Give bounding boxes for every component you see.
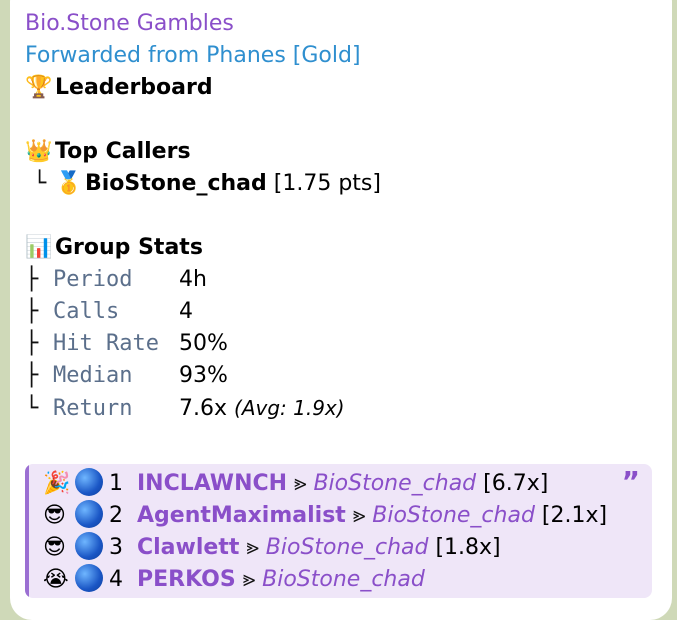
call-list: 🎉 1 INCLAWNCH ⪢ BioStone_chad [6.7x] 😎 2 A… bbox=[43, 468, 607, 596]
top-caller-entry: └ 🥇 BioStone_chad [1.75 pts] bbox=[25, 168, 677, 200]
group-stats-title: Group Stats bbox=[55, 235, 203, 260]
forwarded-from-link[interactable]: Forwarded from Phanes [Gold] bbox=[25, 40, 677, 72]
stat-label: Median bbox=[53, 363, 133, 388]
call-rank: 3 bbox=[109, 535, 123, 560]
stat-value: 7.6x bbox=[179, 396, 228, 421]
caller-link[interactable]: BioStone_chad bbox=[372, 503, 535, 528]
call-multiplier: [2.1x] bbox=[541, 503, 608, 528]
blue-circle-icon bbox=[75, 468, 103, 496]
call-row: 😎 2 AgentMaximalist ⪢ BioStone_chad [2.1x… bbox=[43, 500, 607, 532]
caller-name: BioStone_chad bbox=[85, 171, 267, 196]
message-content: Bio.Stone Gambles Forwarded from Phanes … bbox=[25, 8, 677, 424]
sunglasses-face-icon: 😎 bbox=[43, 503, 66, 528]
arrow-icon: ⪢ bbox=[352, 503, 366, 528]
token-link[interactable]: INCLAWNCH bbox=[137, 471, 287, 496]
sender-name[interactable]: Bio.Stone Gambles bbox=[25, 8, 677, 40]
arrow-icon: ⪢ bbox=[246, 535, 259, 560]
group-stats-heading: 📊 Group Stats bbox=[25, 232, 677, 264]
leaderboard-title: Leaderboard bbox=[55, 75, 213, 100]
stat-label: Calls bbox=[53, 299, 120, 324]
tree-branch: ├ bbox=[25, 267, 39, 292]
stat-row-calls: ├ Calls 4 bbox=[25, 296, 677, 328]
call-rank: 4 bbox=[109, 567, 123, 592]
stat-row-return: └ Return 7.6x (Avg: 1.9x) bbox=[25, 392, 677, 424]
crown-icon: 👑 bbox=[25, 139, 53, 164]
trophy-icon: 🏆 bbox=[25, 75, 53, 100]
caller-link[interactable]: BioStone_chad bbox=[266, 535, 429, 560]
arrow-icon: ⪢ bbox=[294, 471, 307, 496]
quote-block[interactable]: ” 🎉 1 INCLAWNCH ⪢ BioStone_chad [6.7x] 😎 2… bbox=[25, 464, 652, 598]
arrow-icon: ⪢ bbox=[242, 567, 256, 592]
call-rank: 1 bbox=[109, 471, 123, 496]
sunglasses-face-icon: 😎 bbox=[43, 535, 66, 560]
stat-label: Period bbox=[53, 267, 133, 292]
stat-label: Return bbox=[53, 396, 133, 421]
bar-chart-icon: 📊 bbox=[25, 235, 53, 260]
call-rank: 2 bbox=[109, 503, 123, 528]
stat-row-period: ├ Period 4h bbox=[25, 264, 677, 296]
blue-circle-icon bbox=[75, 564, 103, 592]
stat-value: 50% bbox=[179, 331, 228, 356]
token-link[interactable]: PERKOS bbox=[137, 567, 236, 592]
tree-branch: ├ bbox=[25, 363, 39, 388]
call-multiplier: [1.8x] bbox=[435, 535, 501, 560]
party-popper-icon: 🎉 bbox=[43, 471, 71, 496]
call-row: 😎 3 Clawlett ⪢ BioStone_chad [1.8x] bbox=[43, 532, 607, 564]
caller-link[interactable]: BioStone_chad bbox=[262, 567, 425, 592]
call-multiplier: [6.7x] bbox=[483, 471, 549, 496]
stat-label: Hit Rate bbox=[53, 331, 159, 356]
tree-branch: ├ bbox=[25, 331, 39, 356]
top-callers-title: Top Callers bbox=[55, 139, 191, 164]
gold-medal-icon: 🥇 bbox=[55, 171, 83, 196]
blue-circle-icon bbox=[75, 500, 103, 528]
stat-value: 4 bbox=[179, 299, 193, 324]
quote-icon: ” bbox=[621, 465, 640, 498]
call-row: 🎉 1 INCLAWNCH ⪢ BioStone_chad [6.7x] bbox=[43, 468, 607, 500]
token-link[interactable]: AgentMaximalist bbox=[137, 503, 346, 528]
blue-circle-icon bbox=[75, 532, 103, 560]
caller-link[interactable]: BioStone_chad bbox=[313, 471, 476, 496]
crying-face-icon: 😭 bbox=[43, 567, 69, 592]
token-link[interactable]: Clawlett bbox=[137, 535, 239, 560]
stat-value: 93% bbox=[179, 363, 228, 388]
call-row: 😭 4 PERKOS ⪢ BioStone_chad bbox=[43, 564, 607, 596]
top-callers-heading: 👑 Top Callers bbox=[25, 136, 677, 168]
leaderboard-heading: 🏆 Leaderboard bbox=[25, 72, 677, 104]
stat-value: 4h bbox=[179, 267, 207, 292]
tree-branch: ├ bbox=[25, 299, 39, 324]
stat-average: (Avg: 1.9x) bbox=[234, 396, 345, 420]
stat-row-hit-rate: ├ Hit Rate 50% bbox=[25, 328, 677, 360]
tree-branch: └ bbox=[33, 171, 47, 196]
tree-branch: └ bbox=[25, 396, 39, 421]
stat-row-median: ├ Median 93% bbox=[25, 360, 677, 392]
caller-points: [1.75 pts] bbox=[273, 171, 381, 196]
